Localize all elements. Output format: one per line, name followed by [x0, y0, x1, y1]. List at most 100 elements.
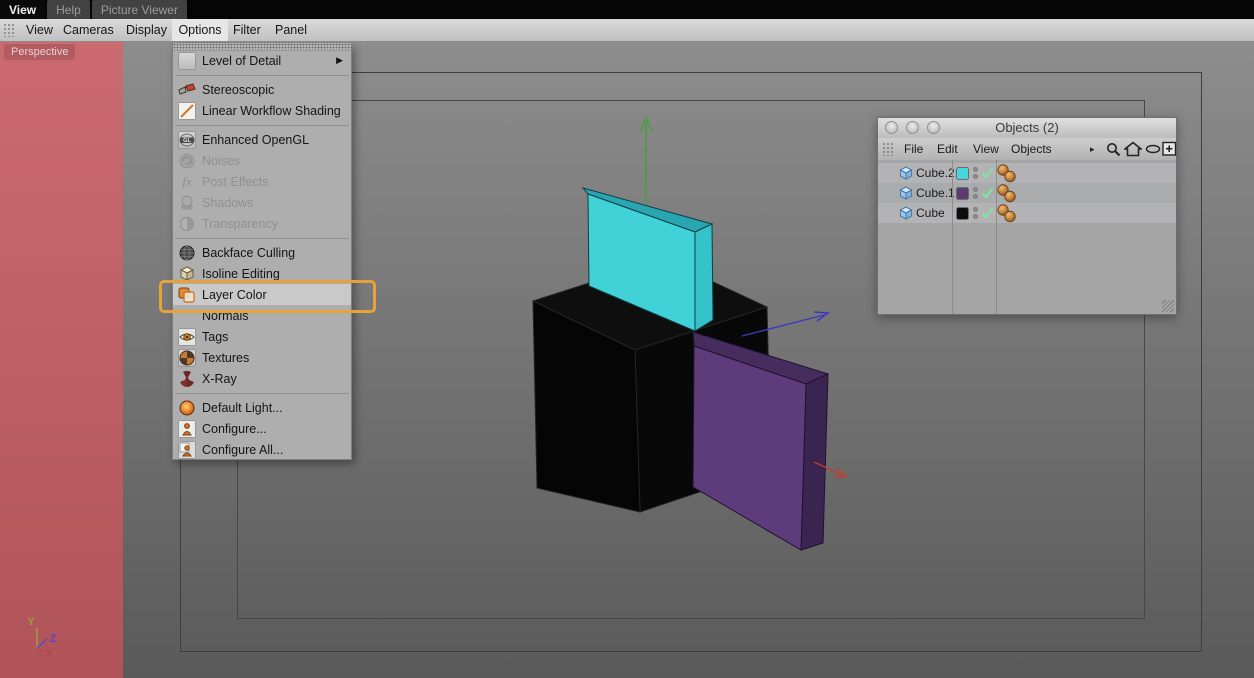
- submenu-arrow-icon: ▶: [336, 55, 343, 65]
- column-divider[interactable]: [952, 160, 953, 314]
- menu-item-configure-all[interactable]: Configure All...: [173, 439, 351, 460]
- tab-view[interactable]: View: [0, 0, 46, 19]
- panel-menu-objects[interactable]: Objects: [1011, 138, 1052, 160]
- menu-options[interactable]: Options: [172, 19, 228, 41]
- x-ray-icon: [178, 370, 196, 388]
- menu-item-label: Configure All...: [202, 442, 284, 457]
- transparency-icon: [178, 215, 196, 233]
- object-list[interactable]: Cube.2 Cube.1 Cube: [878, 160, 1176, 314]
- menu-item-label: Configure...: [202, 421, 267, 436]
- menu-item-label: Post Effects: [202, 174, 269, 189]
- tab-label: Picture Viewer: [100, 2, 178, 17]
- layer-color-swatch[interactable]: [956, 186, 969, 200]
- menu-item-textures[interactable]: Textures: [173, 347, 351, 368]
- camera-label[interactable]: Perspective: [4, 44, 76, 60]
- cube-object-icon: [899, 186, 913, 200]
- menu-item-tags[interactable]: Tags: [173, 326, 351, 347]
- editor-visibility-dot[interactable]: [973, 166, 978, 172]
- render-visibility-dot[interactable]: [973, 193, 978, 199]
- isoline-editing-icon: [178, 265, 196, 283]
- viewport-tinted-border: Perspective: [0, 41, 123, 678]
- editor-visibility-dot[interactable]: [973, 206, 978, 212]
- object-row-cube2[interactable]: Cube.2: [878, 163, 1176, 183]
- menu-item-label: Enhanced OpenGL: [202, 132, 310, 147]
- eye-icon[interactable]: [1145, 141, 1162, 157]
- menu-item-x-ray[interactable]: X-Ray: [173, 368, 351, 389]
- menu-view[interactable]: View: [20, 19, 59, 41]
- search-icon[interactable]: [1105, 141, 1122, 157]
- home-icon[interactable]: [1122, 141, 1144, 157]
- phong-tag-icon[interactable]: [996, 164, 1018, 183]
- panel-title-bar[interactable]: Objects (2): [878, 118, 1176, 139]
- shadows-icon: [178, 194, 196, 212]
- svg-text:GL: GL: [183, 138, 191, 144]
- object-row-cube[interactable]: Cube: [878, 203, 1176, 223]
- enabled-check-icon[interactable]: [981, 187, 994, 199]
- menu-cameras[interactable]: Cameras: [57, 19, 120, 41]
- menu-item-label: Default Light...: [202, 400, 283, 415]
- objects-manager-window[interactable]: Objects (2) File Edit View Objects ▸ Cub…: [877, 117, 1177, 315]
- tab-picture-viewer[interactable]: Picture Viewer: [91, 0, 187, 19]
- column-divider[interactable]: [996, 160, 997, 314]
- layer-color-swatch[interactable]: [956, 166, 969, 180]
- tags-icon: [178, 327, 196, 346]
- panel-menu-edit[interactable]: Edit: [937, 138, 958, 160]
- panel-menu-view[interactable]: View: [973, 138, 999, 160]
- menu-filter[interactable]: Filter: [227, 19, 267, 41]
- add-icon[interactable]: [1162, 141, 1179, 157]
- phong-tag-icon[interactable]: [996, 204, 1018, 223]
- menu-separator: [175, 238, 349, 239]
- render-visibility-dot[interactable]: [973, 173, 978, 179]
- enabled-check-icon[interactable]: [981, 167, 994, 179]
- menu-item-label: Stereoscopic: [202, 82, 275, 97]
- tab-help[interactable]: Help: [47, 0, 90, 19]
- configure-icon: [178, 419, 196, 438]
- resize-grip[interactable]: [1162, 300, 1174, 312]
- menu-item-stereoscopic[interactable]: Stereoscopic: [173, 79, 351, 100]
- menu-item-layer-color[interactable]: Layer Color: [173, 284, 351, 305]
- object-row-cube1[interactable]: Cube.1: [878, 183, 1176, 203]
- layer-color-swatch[interactable]: [956, 206, 969, 220]
- menu-item-normals[interactable]: Normals: [173, 305, 351, 326]
- tab-label: Help: [56, 2, 81, 17]
- menu-item-label: Shadows: [202, 195, 254, 210]
- object-name[interactable]: Cube: [916, 203, 945, 223]
- editor-visibility-dot[interactable]: [973, 186, 978, 192]
- enabled-check-icon[interactable]: [981, 207, 994, 219]
- enhanced-opengl-icon: GL: [178, 130, 196, 149]
- default-light-icon: [178, 399, 196, 417]
- menu-item-transparency[interactable]: Transparency: [173, 213, 351, 234]
- menu-item-noises[interactable]: Noises: [173, 150, 351, 171]
- render-visibility-dot[interactable]: [973, 213, 978, 219]
- menu-item-enhanced-opengl[interactable]: GL Enhanced OpenGL: [173, 129, 351, 150]
- drag-grip-icon[interactable]: [882, 142, 894, 156]
- object-name[interactable]: Cube.1: [916, 183, 955, 203]
- menu-item-linear-workflow-shading[interactable]: Linear Workflow Shading: [173, 100, 351, 121]
- phong-tag-icon[interactable]: [996, 184, 1018, 203]
- menu-item-configure[interactable]: Configure...: [173, 418, 351, 439]
- menu-item-label: Layer Color: [202, 287, 267, 302]
- menu-item-default-light[interactable]: Default Light...: [173, 397, 351, 418]
- menu-item-label: Linear Workflow Shading: [202, 103, 341, 118]
- cube-object-icon: [899, 166, 913, 180]
- menu-overflow-arrow-icon[interactable]: ▸: [1090, 138, 1095, 160]
- drag-grip-icon[interactable]: [3, 23, 15, 37]
- viewport-menu-bar: View Cameras Display Options Filter Pane…: [0, 19, 1254, 42]
- object-name[interactable]: Cube.2: [916, 163, 955, 183]
- menu-item-label: Normals: [202, 308, 249, 323]
- menu-item-isoline-editing[interactable]: Isoline Editing: [173, 263, 351, 284]
- menu-item-level-of-detail[interactable]: Level of Detail ▶: [173, 50, 351, 71]
- panel-menu-file[interactable]: File: [904, 138, 923, 160]
- menu-display[interactable]: Display: [120, 19, 173, 41]
- menu-item-label: Level of Detail: [202, 53, 282, 68]
- menu-item-label: Textures: [202, 350, 250, 365]
- configure-all-icon: [178, 440, 196, 459]
- menu-item-shadows[interactable]: Shadows: [173, 192, 351, 213]
- menu-item-post-effects[interactable]: fx Post Effects: [173, 171, 351, 192]
- menu-panel[interactable]: Panel: [269, 19, 313, 41]
- stereoscopic-icon: [178, 81, 196, 99]
- menu-item-label: Transparency: [202, 216, 278, 231]
- window-tab-bar: View Help Picture Viewer: [0, 0, 1254, 19]
- menu-item-backface-culling[interactable]: Backface Culling: [173, 242, 351, 263]
- menu-separator: [175, 393, 349, 394]
